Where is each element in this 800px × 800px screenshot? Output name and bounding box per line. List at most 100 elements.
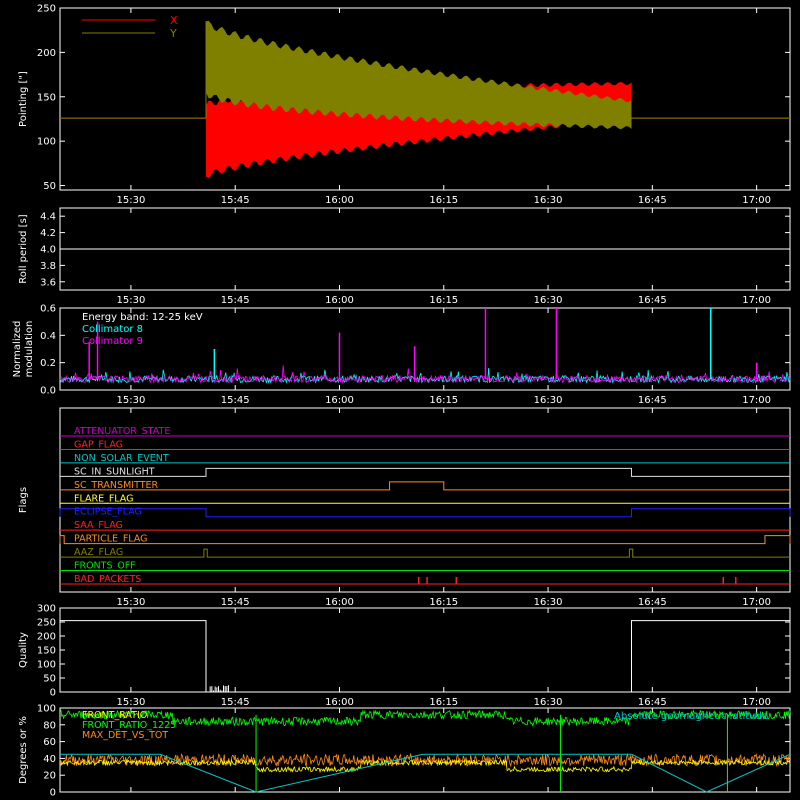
x-tick-label: 17:00 [742,697,771,708]
flag-trace [60,481,790,491]
x-tick-label: 16:45 [638,597,667,608]
x-tick-label: 15:30 [117,295,146,306]
x-tick-label: 16:15 [429,195,458,206]
modulation-trace [59,365,791,385]
x-tick-label: 15:45 [221,697,250,708]
flag-label: SAA_FLAG [74,520,123,531]
y-tick-label: 3.8 [40,261,56,272]
x-tick-label: 17:00 [742,295,771,306]
panel-1: 15:30 15:45 16:00 16:15 16:30 16:45 17:00 Point… [18,4,791,206]
x-tick-label: 16:15 [429,395,458,406]
y-axis-label: Flags [18,487,29,513]
x-tick-label: 17:00 [742,195,771,206]
x-tick-label: 16:00 [325,295,354,306]
x-tick-label: 17:00 [742,597,771,608]
y-axis-label: Normalized [12,321,23,378]
figure: 15:30 15:45 16:00 16:15 16:30 16:45 17:00 Point… [12,4,791,799]
y-tick-label: 4.0 [40,245,56,256]
legend-label: MAX_DET_VS_TOT [82,730,168,741]
y-axis-label: Roll period [s] [18,214,29,283]
y-tick-label: 250 [37,4,56,15]
flag-trace [60,467,790,477]
legend-label: X [170,14,178,27]
x-tick-label: 16:30 [534,597,563,608]
x-tick-label: 16:30 [534,395,563,406]
y-tick-label: 200 [37,48,56,59]
y-tick-label: 100 [37,704,56,715]
x-tick-label: 15:45 [221,295,250,306]
y-tick-label: 0.4 [40,331,56,342]
y-axis-label: modulation [24,321,35,378]
y-tick-label: 40 [43,754,56,765]
legend-label: Energy band: 12-25 keV [82,312,203,323]
annotation-label: Absolute geomagnetic latitude [614,711,768,722]
y-tick-label: 0 [50,788,56,799]
x-tick-label: 15:30 [117,395,146,406]
y-axis-label: Pointing ["] [18,71,29,127]
y-tick-label: 0 [50,688,56,699]
x-tick-label: 16:00 [325,597,354,608]
x-tick-label: 15:30 [117,195,146,206]
y-tick-label: 300 [37,604,56,615]
x-tick-label: 16:45 [638,295,667,306]
y-tick-label: 60 [43,737,56,748]
y-tick-label: 50 [43,181,56,192]
flag-label: SC_TRANSMITTER [74,480,159,491]
flag-trace [59,508,791,518]
flag-label: FLARE_FLAG [74,493,134,504]
x-tick-label: 16:45 [638,195,667,206]
panels: 15:30 15:45 16:00 16:15 16:30 16:45 17:00 Point… [12,4,791,799]
y-tick-label: 3.6 [40,277,56,288]
y-tick-label: 4.4 [40,212,56,223]
panel-3: 15:30 15:45 16:00 16:15 16:30 16:45 17:00 Norma… [12,304,791,406]
y-tick-label: 150 [37,92,56,103]
panel-6: Degrees or %020406080100FRONT_RATIOFRONT… [18,704,791,799]
y-tick-label: 50 [43,674,56,685]
x-tick-label: 15:45 [221,395,250,406]
y-tick-label: 0.6 [40,304,56,315]
flag-label: BAD_PACKETS [74,574,141,585]
y-tick-label: 250 [37,618,56,629]
x-tick-label: 16:00 [325,697,354,708]
x-tick-label: 16:15 [429,597,458,608]
y-tick-label: 4.2 [40,228,56,239]
legend-label: Collimator 8 [82,324,143,335]
y-tick-label: 200 [37,632,56,643]
flag-label: SC_IN_SUNLIGHT [74,466,155,477]
y-axis-label: Quality [18,632,29,668]
x-tick-label: 16:15 [429,697,458,708]
quality-trace [60,620,790,693]
y-axis-label: Degrees or % [18,716,29,784]
y-tick-label: 80 [43,720,56,731]
x-tick-label: 16:30 [534,195,563,206]
flag-label: PARTICLE_FLAG [74,534,147,545]
x-tick-label: 15:45 [221,195,250,206]
y-tick-label: 0.0 [40,386,56,397]
y-tick-label: 150 [37,646,56,657]
flag-trace [60,548,790,558]
flag-trace [59,535,791,545]
panel-5: 15:30 15:45 16:00 16:15 16:30 16:45 17:00 Quali… [18,604,791,708]
y-tick-label: 100 [37,660,56,671]
panel-2: 15:30 15:45 16:00 16:15 16:30 16:45 17:00 Roll … [18,207,791,306]
flag-label: NON_SOLAR_EVENT [74,453,169,464]
x-tick-label: 16:00 [325,395,354,406]
x-tick-label: 16:45 [638,697,667,708]
x-tick-label: 16:30 [534,295,563,306]
legend-label: Y [169,27,177,40]
panel-4: 15:30 15:45 16:00 16:15 16:30 16:45 17:00 Flags… [18,407,791,608]
y-tick-label: 20 [43,771,56,782]
geomagnetic-latitude-trace [60,753,791,793]
x-tick-label: 17:00 [742,395,771,406]
flag-label: AAZ_FLAG [74,547,123,558]
x-tick-label: 15:45 [221,597,250,608]
flag-label: ATTENUATOR_STATE [74,426,170,437]
x-tick-label: 16:30 [534,697,563,708]
y-tick-label: 0.2 [40,358,56,369]
x-tick-label: 15:30 [117,597,146,608]
x-tick-label: 16:15 [429,295,458,306]
y-tick-label: 100 [37,137,56,148]
legend-label: Collimator 9 [82,336,143,347]
x-tick-label: 15:30 [117,697,146,708]
front-ratio-trace [59,758,791,774]
